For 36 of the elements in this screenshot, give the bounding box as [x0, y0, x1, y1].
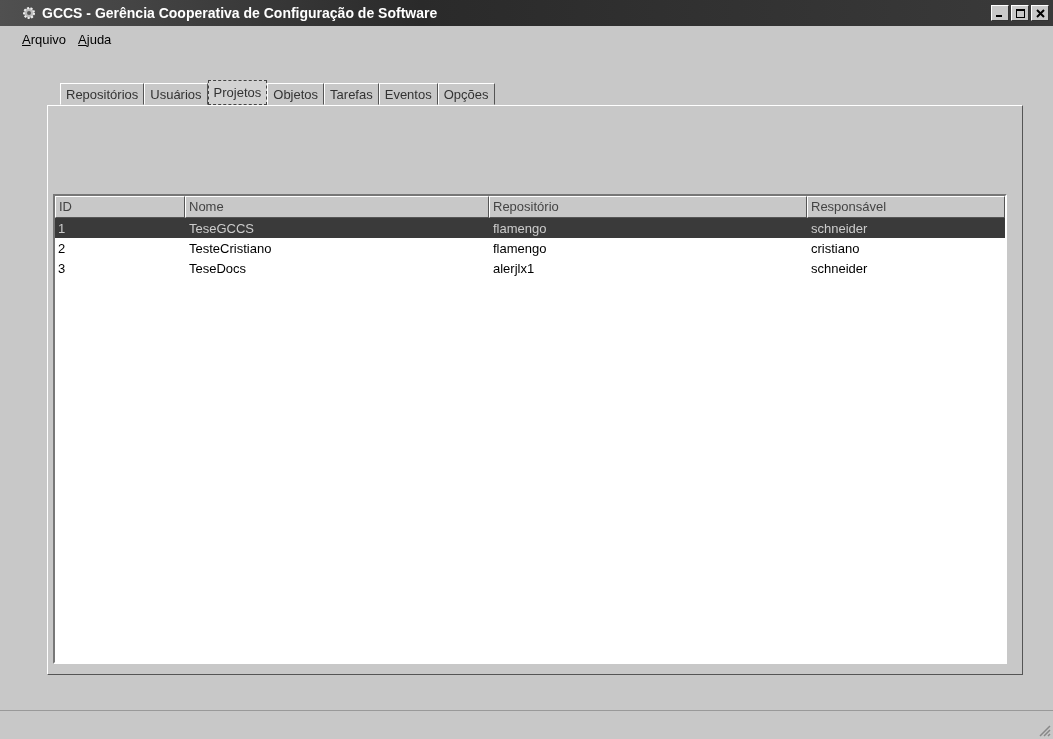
table-cell-text: schneider: [810, 260, 869, 276]
column-header[interactable]: ID: [55, 196, 185, 218]
gear-icon: [22, 6, 36, 20]
column-header[interactable]: Repositório: [489, 196, 807, 218]
maximize-icon: [1015, 8, 1025, 18]
tab[interactable]: Projetos: [207, 80, 268, 105]
window-title: GCCS - Gerência Cooperativa de Configuração de Software: [42, 5, 439, 21]
table-cell-text: flamengo: [492, 220, 548, 236]
tab[interactable]: Opções: [437, 83, 495, 105]
table-row[interactable]: 1 TeseGCCS flamengo schneider: [55, 218, 1005, 238]
table-cell-text: schneider: [810, 220, 869, 236]
table-cell-text: 2: [57, 240, 67, 256]
table-cell-text: TesteCristiano: [188, 240, 273, 256]
menu-item[interactable]: Arquivo: [22, 31, 67, 47]
minimize-button[interactable]: [991, 5, 1009, 21]
table-cell-text: 1: [57, 220, 67, 236]
tab[interactable]: Usuários: [144, 83, 208, 105]
tab[interactable]: Eventos: [378, 83, 438, 105]
column-header[interactable]: Responsável: [807, 196, 1005, 218]
table-cell-text: cristiano: [810, 240, 861, 256]
maximize-button[interactable]: [1011, 5, 1029, 21]
tab[interactable]: Tarefas: [324, 83, 379, 105]
table-cell-text: flamengo: [492, 240, 548, 256]
close-button[interactable]: [1031, 5, 1049, 21]
column-header[interactable]: Nome: [185, 196, 489, 218]
table-cell-text: alerjlx1: [492, 260, 536, 276]
resize-grip-icon: [1037, 723, 1051, 737]
tab[interactable]: Objetos: [267, 83, 325, 105]
table-row[interactable]: 2 TesteCristiano flamengo cristiano: [55, 238, 1005, 258]
menu-item[interactable]: Ajuda: [78, 31, 112, 47]
table-row[interactable]: 3 TeseDocs alerjlx1 schneider: [55, 258, 1005, 278]
table-cell-text: TeseGCCS: [188, 220, 256, 236]
close-icon: [1035, 8, 1045, 18]
tab[interactable]: Repositórios: [60, 83, 145, 105]
table-cell-text: TeseDocs: [188, 260, 248, 276]
table-cell-text: 3: [57, 260, 67, 276]
